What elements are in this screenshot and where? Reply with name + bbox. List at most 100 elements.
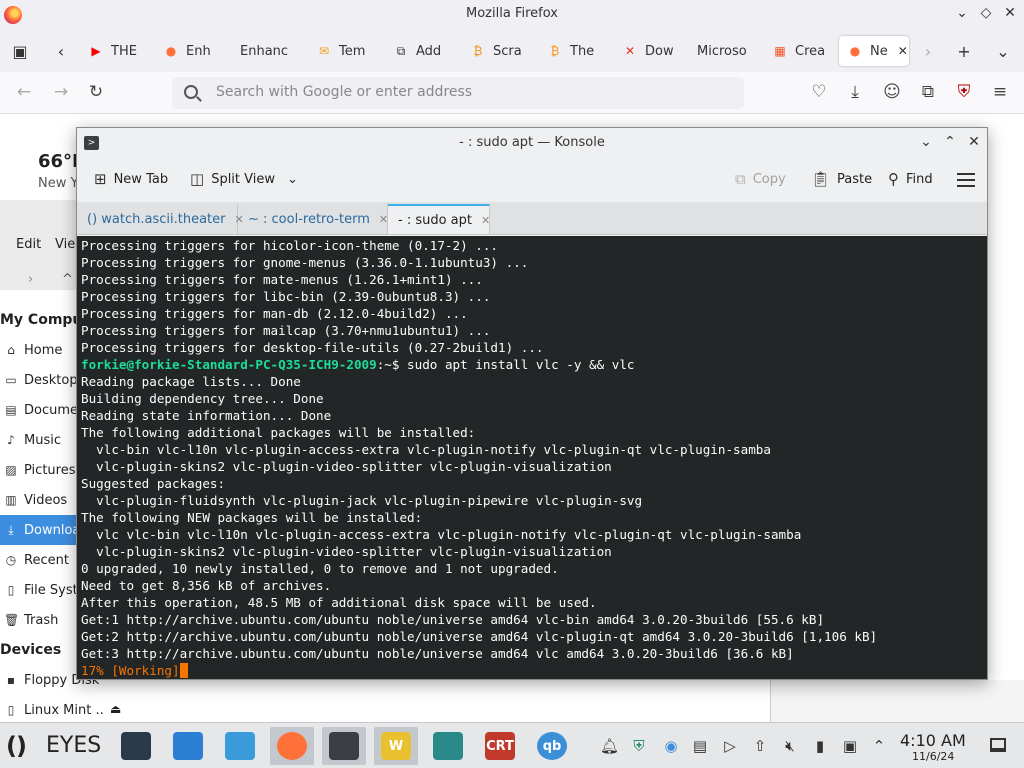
terminal-line: vlc vlc-bin vlc-l10n vlc-plugin-access-e… bbox=[81, 527, 802, 542]
url-placeholder: Search with Google or enter address bbox=[216, 84, 473, 100]
tab-close-icon[interactable]: ✕ bbox=[481, 214, 490, 227]
taskbar-app-w-app[interactable]: W bbox=[374, 727, 418, 765]
split-view-button[interactable]: ◫ Split View ⌄ bbox=[190, 170, 298, 188]
sidebar-place-item[interactable]: ⤓ Downloa bbox=[0, 515, 78, 545]
minimize-icon[interactable]: ⌄ bbox=[952, 5, 972, 21]
maximize-icon[interactable]: ◇ bbox=[976, 5, 996, 21]
tray-expand-icon[interactable]: ⌃ bbox=[870, 737, 888, 755]
list-all-tabs-icon[interactable]: ⌄ bbox=[993, 42, 1013, 61]
shield-icon[interactable]: ⛨ bbox=[630, 737, 648, 755]
browser-tab-label: Crea bbox=[795, 43, 826, 59]
browser-tab[interactable]: ⧉ Add bbox=[393, 36, 455, 66]
browser-tab[interactable]: Enhanc bbox=[240, 36, 302, 66]
find-button[interactable]: ⚲ Find bbox=[888, 170, 933, 188]
browser-tab[interactable]: ✉ Tem bbox=[316, 36, 378, 66]
notification-bell-icon[interactable]: 🔔︎ bbox=[600, 737, 619, 755]
konsole-close-icon[interactable]: ✕ bbox=[965, 134, 983, 150]
taskbar-app-konsole[interactable] bbox=[322, 727, 366, 765]
forward-icon[interactable]: → bbox=[50, 82, 72, 102]
browser-tab[interactable]: ₿ Scra bbox=[470, 36, 532, 66]
menu-edit[interactable]: Edit bbox=[16, 237, 41, 252]
new-tab-icon[interactable]: + bbox=[954, 42, 974, 61]
konsole-tab-apt[interactable]: - : sudo apt ✕ bbox=[388, 204, 490, 234]
prompt-user: forkie@forkie-Standard-PC-Q35-ICH9-2009 bbox=[81, 357, 377, 372]
browser-tab-label: Scra bbox=[493, 43, 522, 59]
browser-tab[interactable]: Microso bbox=[697, 36, 757, 66]
videos-icon: ▥ bbox=[5, 493, 17, 507]
files-icon bbox=[225, 732, 255, 760]
qbittorrent-tray-icon[interactable]: ◉ bbox=[662, 737, 680, 755]
sidebar-place-item[interactable]: ▭ Desktop bbox=[0, 365, 78, 395]
reload-icon[interactable]: ↻ bbox=[85, 82, 107, 102]
ublock-icon[interactable]: ⛨ bbox=[953, 82, 975, 102]
browser-tab[interactable]: ₿ The bbox=[547, 36, 609, 66]
new-tab-button[interactable]: ⊞ New Tab bbox=[94, 170, 168, 188]
terminal-output[interactable]: Processing triggers for hicolor-icon-the… bbox=[77, 236, 987, 679]
taskbar-app-software-store[interactable] bbox=[166, 727, 210, 765]
terminal-line: Processing triggers for libc-bin (2.39-0… bbox=[81, 289, 491, 304]
sidebar-place-item[interactable]: 🗑︎ Trash bbox=[0, 605, 78, 635]
browser-tab-label: Enhanc bbox=[240, 43, 289, 59]
browser-tab[interactable]: ▶ THE bbox=[88, 36, 148, 66]
sidebar-device-item[interactable]: ▯ Linux Mint ... bbox=[0, 695, 104, 725]
account-icon[interactable]: ☺ bbox=[881, 82, 903, 102]
sidebar-place-item[interactable]: ▨ Pictures bbox=[0, 455, 78, 485]
puzzle-icon: ⧉ bbox=[396, 43, 406, 58]
sidebar-place-item[interactable]: ▥ Videos bbox=[0, 485, 78, 515]
network-icon[interactable]: ▣ bbox=[841, 737, 859, 755]
konsole-maximize-icon[interactable]: ⌃ bbox=[941, 134, 959, 150]
taskbar-app-qbittorrent[interactable]: qb bbox=[530, 727, 574, 765]
sidebar-place-item[interactable]: ⌂ Home bbox=[0, 335, 78, 365]
browser-tab[interactable]: ▦ Crea bbox=[772, 36, 832, 66]
back-icon[interactable]: ← bbox=[13, 82, 35, 102]
browser-tab-label: Microso bbox=[697, 43, 747, 59]
konsole-tab-retro[interactable]: ~ : cool-retro-term ✕ bbox=[238, 204, 388, 234]
browser-tab[interactable]: ● Enh bbox=[163, 36, 225, 66]
sidebar-place-item[interactable]: ▯ File Syste bbox=[0, 575, 78, 605]
terminal-line: vlc-plugin-skins2 vlc-plugin-video-split… bbox=[81, 459, 612, 474]
media-play-icon[interactable]: ▷ bbox=[721, 737, 739, 755]
clipboard-icon[interactable]: ▤ bbox=[691, 737, 709, 755]
sidebar-item-label: Linux Mint ... bbox=[24, 702, 104, 718]
sidebar-place-item[interactable]: ▤ Documen bbox=[0, 395, 78, 425]
konsole-minimize-icon[interactable]: ⌄ bbox=[917, 134, 935, 150]
paste-icon: 📋︎ bbox=[811, 170, 831, 188]
fm-up-icon[interactable]: ^ bbox=[62, 272, 73, 287]
file-manager-content-area bbox=[770, 680, 1024, 722]
copy-button[interactable]: ⧉ Copy bbox=[735, 170, 786, 188]
pocket-icon[interactable]: ♡ bbox=[808, 82, 830, 102]
taskbar-app-kdeconnect[interactable] bbox=[426, 727, 470, 765]
konsole-tab-watch[interactable]: () watch.ascii.theater ✕ bbox=[77, 204, 244, 234]
tab-close-icon[interactable]: ✕ bbox=[898, 44, 908, 58]
downloads-icon[interactable]: ⤓ bbox=[844, 82, 866, 102]
taskbar-app-settings[interactable] bbox=[114, 727, 158, 765]
clock-date[interactable]: 11/6/24 bbox=[912, 750, 954, 763]
taskbar-app-cool-retro-term[interactable]: CRT bbox=[478, 727, 522, 765]
extensions-icon[interactable]: ⧉ bbox=[917, 82, 939, 102]
floppy-icon: ▪ bbox=[6, 673, 16, 687]
tabs-scroll-right-icon[interactable]: › bbox=[918, 42, 938, 61]
fm-forward-icon[interactable]: › bbox=[28, 272, 33, 287]
taskbar-app-firefox[interactable] bbox=[270, 727, 314, 765]
close-icon[interactable]: ✕ bbox=[1000, 5, 1020, 21]
clock-time[interactable]: 4:10 AM bbox=[900, 731, 966, 750]
volume-muted-icon[interactable]: 🔇︎ bbox=[781, 737, 799, 755]
eject-icon[interactable]: ⏏ bbox=[110, 702, 121, 716]
tab-close-icon[interactable]: ✕ bbox=[379, 213, 388, 226]
battery-icon[interactable]: ▮ bbox=[811, 737, 829, 755]
updates-icon[interactable]: ⇧ bbox=[751, 737, 769, 755]
tab-manager-icon[interactable]: ▣ bbox=[10, 42, 30, 61]
start-menu-logo-icon[interactable]: () bbox=[6, 732, 27, 760]
sidebar-place-item[interactable]: ♪ Music bbox=[0, 425, 78, 455]
url-bar[interactable]: Search with Google or enter address bbox=[172, 77, 744, 109]
browser-tab[interactable]: ✕ Dow bbox=[622, 36, 684, 66]
browser-tab[interactable]: ● Ne ✕ bbox=[839, 36, 909, 66]
show-desktop-icon[interactable] bbox=[990, 738, 1006, 752]
sidebar-place-item[interactable]: ◷ Recent bbox=[0, 545, 78, 575]
taskbar-app-files[interactable] bbox=[218, 727, 262, 765]
paste-button[interactable]: 📋︎ Paste bbox=[811, 170, 872, 188]
hamburger-menu-icon[interactable] bbox=[957, 173, 975, 187]
tabs-scroll-left-icon[interactable]: ‹ bbox=[51, 42, 71, 61]
menu-icon[interactable]: ≡ bbox=[989, 82, 1011, 102]
drive-icon: ▯ bbox=[7, 703, 15, 717]
